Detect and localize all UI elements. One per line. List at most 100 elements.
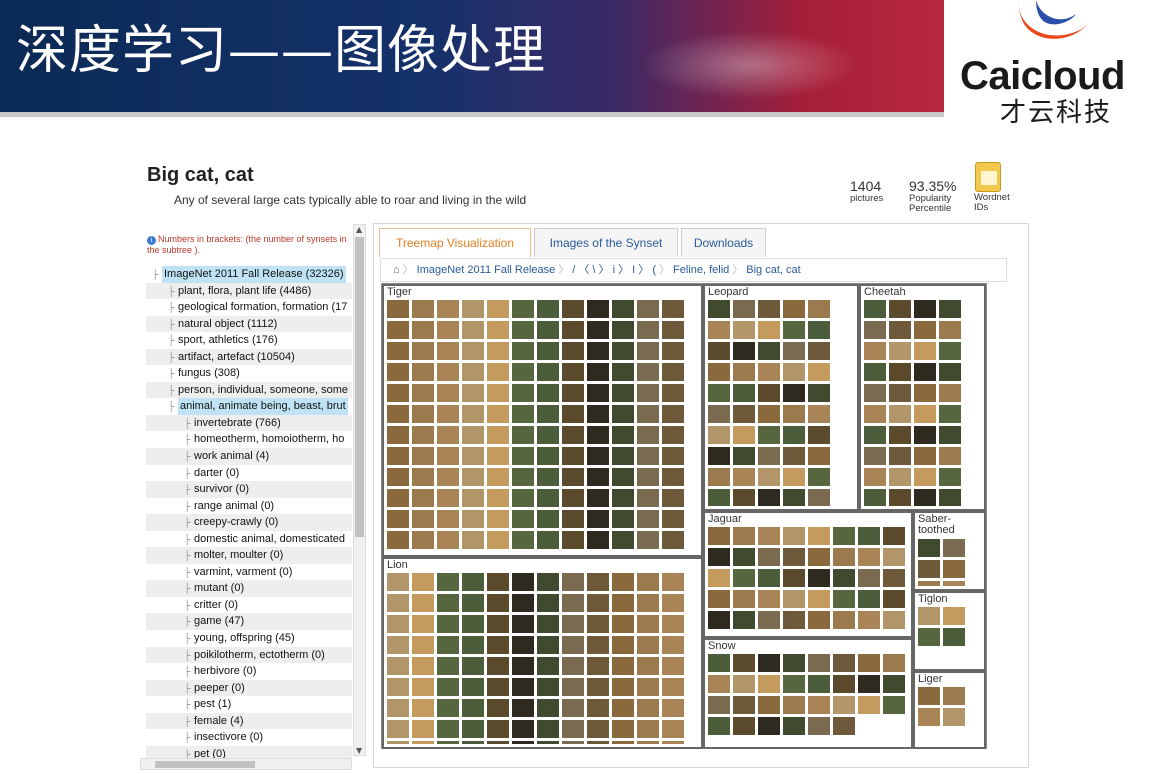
image-thumbnail[interactable] (783, 405, 805, 423)
tree-branch-icon[interactable]: ├ (184, 713, 194, 730)
image-thumbnail[interactable] (387, 447, 409, 465)
tree-item[interactable]: ├ geological formation, formation (17 (146, 299, 352, 316)
image-thumbnail[interactable] (462, 321, 484, 339)
image-thumbnail[interactable] (733, 717, 755, 735)
image-thumbnail[interactable] (708, 384, 730, 402)
tree-item-label[interactable]: domestic animal, domesticated (194, 531, 345, 548)
image-thumbnail[interactable] (939, 321, 961, 339)
tree-expand-icon[interactable]: ├ (168, 365, 178, 382)
image-thumbnail[interactable] (537, 657, 559, 675)
image-thumbnail[interactable] (833, 590, 855, 608)
image-thumbnail[interactable] (637, 573, 659, 591)
image-thumbnail[interactable] (462, 363, 484, 381)
image-thumbnail[interactable] (612, 594, 634, 612)
image-thumbnail[interactable] (462, 447, 484, 465)
image-thumbnail[interactable] (708, 447, 730, 465)
tree-branch-icon[interactable]: ├ (184, 514, 194, 531)
image-thumbnail[interactable] (637, 615, 659, 633)
image-thumbnail[interactable] (587, 636, 609, 654)
image-thumbnail[interactable] (462, 699, 484, 717)
tree-item-label[interactable]: darter (0) (194, 465, 239, 482)
image-thumbnail[interactable] (758, 611, 780, 629)
image-thumbnail[interactable] (562, 447, 584, 465)
image-thumbnail[interactable] (758, 489, 780, 506)
image-thumbnail[interactable] (939, 447, 961, 465)
image-thumbnail[interactable] (437, 426, 459, 444)
wordnet-ids-label[interactable]: Wordnet IDs (974, 193, 1010, 213)
image-thumbnail[interactable] (537, 321, 559, 339)
image-thumbnail[interactable] (612, 699, 634, 717)
image-thumbnail[interactable] (637, 363, 659, 381)
image-thumbnail[interactable] (612, 384, 634, 402)
image-thumbnail[interactable] (387, 426, 409, 444)
image-thumbnail[interactable] (537, 405, 559, 423)
image-thumbnail[interactable] (462, 342, 484, 360)
image-thumbnail[interactable] (437, 594, 459, 612)
image-thumbnail[interactable] (412, 384, 434, 402)
image-thumbnail[interactable] (487, 636, 509, 654)
image-thumbnail[interactable] (733, 426, 755, 444)
image-thumbnail[interactable] (537, 636, 559, 654)
image-thumbnail[interactable] (783, 489, 805, 506)
image-thumbnail[interactable] (833, 717, 855, 735)
tree-item[interactable]: ├ person, individual, someone, some (146, 381, 352, 399)
tree-item-label[interactable]: range animal (0) (194, 498, 274, 515)
tree-item-label[interactable]: female (4) (194, 713, 244, 730)
tree-item[interactable]: ├ creepy-crawly (0) (146, 514, 352, 531)
image-thumbnail[interactable] (487, 573, 509, 591)
image-thumbnail[interactable] (487, 531, 509, 549)
image-thumbnail[interactable] (783, 569, 805, 587)
image-thumbnail[interactable] (562, 300, 584, 318)
image-thumbnail[interactable] (783, 468, 805, 486)
image-thumbnail[interactable] (783, 590, 805, 608)
tree-item-label[interactable]: creepy-crawly (0) (194, 514, 278, 531)
image-thumbnail[interactable] (437, 489, 459, 507)
image-thumbnail[interactable] (562, 510, 584, 528)
image-thumbnail[interactable] (587, 363, 609, 381)
image-thumbnail[interactable] (708, 654, 730, 672)
tree-item[interactable]: ├ mutant (0) (146, 580, 352, 597)
image-thumbnail[interactable] (462, 300, 484, 318)
image-thumbnail[interactable] (708, 426, 730, 444)
image-thumbnail[interactable] (412, 321, 434, 339)
image-thumbnail[interactable] (708, 527, 730, 545)
image-thumbnail[interactable] (708, 405, 730, 423)
image-thumbnail[interactable] (437, 741, 459, 744)
treemap-cell-liger[interactable]: Liger (913, 671, 986, 749)
tree-item[interactable]: ├ ImageNet 2011 Fall Release (32326) (146, 266, 352, 283)
image-thumbnail[interactable] (437, 384, 459, 402)
image-thumbnail[interactable] (758, 363, 780, 381)
image-thumbnail[interactable] (587, 741, 609, 744)
tree-item-label[interactable]: ImageNet 2011 Fall Release (32326) (162, 266, 346, 283)
image-thumbnail[interactable] (587, 573, 609, 591)
image-thumbnail[interactable] (612, 426, 634, 444)
tree-item[interactable]: ├ peeper (0) (146, 679, 352, 697)
image-thumbnail[interactable] (858, 590, 880, 608)
image-thumbnail[interactable] (637, 468, 659, 486)
image-thumbnail[interactable] (512, 531, 534, 549)
image-thumbnail[interactable] (889, 405, 911, 423)
image-thumbnail[interactable] (733, 590, 755, 608)
image-thumbnail[interactable] (733, 321, 755, 339)
image-thumbnail[interactable] (914, 321, 936, 339)
image-thumbnail[interactable] (412, 468, 434, 486)
tree-item-label[interactable]: peeper (0) (194, 680, 245, 697)
image-thumbnail[interactable] (612, 510, 634, 528)
image-thumbnail[interactable] (914, 342, 936, 360)
image-thumbnail[interactable] (662, 615, 684, 633)
image-thumbnail[interactable] (462, 741, 484, 744)
image-thumbnail[interactable] (637, 426, 659, 444)
image-thumbnail[interactable] (833, 654, 855, 672)
image-thumbnail[interactable] (537, 678, 559, 696)
tree-item[interactable]: ├ varmint, varment (0) (146, 564, 352, 581)
image-thumbnail[interactable] (387, 657, 409, 675)
image-thumbnail[interactable] (833, 675, 855, 693)
tree-item[interactable]: ├ critter (0) (146, 597, 352, 614)
image-thumbnail[interactable] (883, 569, 905, 587)
image-thumbnail[interactable] (587, 405, 609, 423)
image-thumbnail[interactable] (883, 590, 905, 608)
image-thumbnail[interactable] (914, 384, 936, 402)
tree-item[interactable]: ├ range animal (0) (146, 498, 352, 515)
image-thumbnail[interactable] (587, 321, 609, 339)
image-thumbnail[interactable] (587, 594, 609, 612)
